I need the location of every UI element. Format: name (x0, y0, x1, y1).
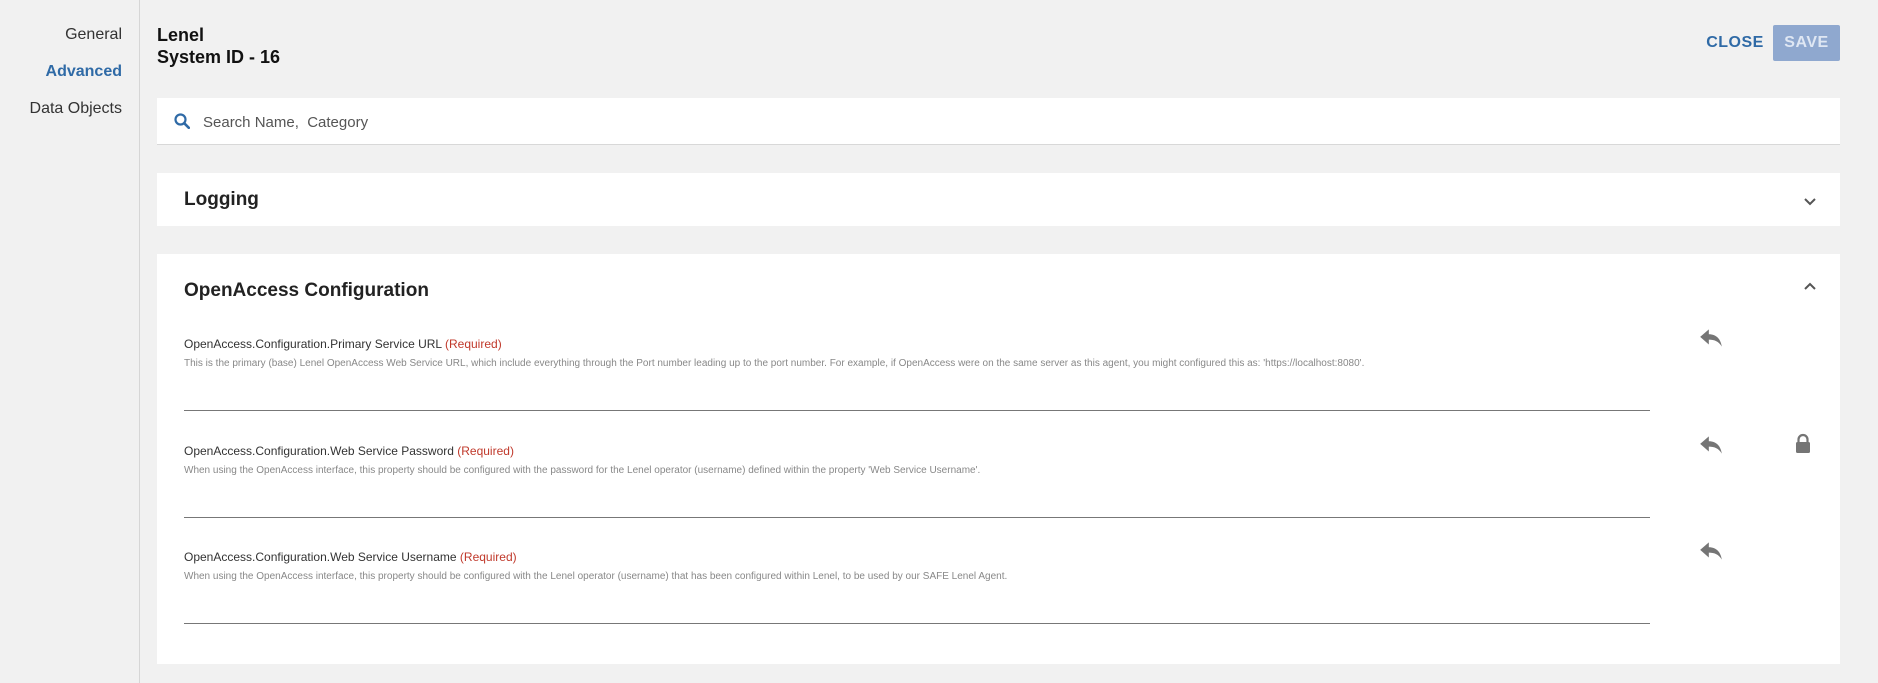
lock-icon (1796, 433, 1810, 453)
primary-service-url-field[interactable] (184, 388, 1650, 411)
section-title-openaccess: OpenAccess Configuration (184, 280, 429, 301)
required-marker: (Required) (459, 550, 517, 564)
sidebar-item-data-objects[interactable]: Data Objects (30, 100, 122, 118)
save-button[interactable]: SAVE (1773, 25, 1840, 61)
web-service-username-field[interactable] (184, 601, 1650, 624)
chevron-up-icon[interactable] (1802, 278, 1818, 294)
sidebar-item-advanced[interactable]: Advanced (46, 63, 122, 81)
undo-icon[interactable] (1698, 540, 1724, 562)
required-marker: (Required) (445, 337, 502, 351)
page-title: Lenel (157, 25, 205, 45)
undo-icon[interactable] (1698, 327, 1724, 349)
required-marker: (Required) (457, 444, 514, 458)
property-description: This is the primary (base) Lenel OpenAcc… (184, 358, 1365, 369)
web-service-password-field[interactable] (184, 495, 1650, 518)
property-label-primary-service-url: OpenAccess.Configuration.Primary Service… (184, 337, 502, 351)
property-label-web-service-password: OpenAccess.Configuration.Web Service Pas… (184, 444, 514, 458)
property-name: OpenAccess.Configuration.Primary Service… (184, 337, 442, 351)
property-description: When using the OpenAccess interface, thi… (184, 571, 1008, 582)
property-name: OpenAccess.Configuration.Web Service Pas… (184, 444, 454, 458)
property-name: OpenAccess.Configuration.Web Service Use… (184, 550, 457, 564)
search-input[interactable] (201, 108, 1805, 136)
sidebar-item-general[interactable]: General (65, 26, 122, 44)
undo-icon[interactable] (1698, 434, 1724, 456)
settings-sidebar: General Advanced Data Objects (0, 0, 140, 683)
search-bar (157, 98, 1840, 145)
property-label-web-service-username: OpenAccess.Configuration.Web Service Use… (184, 550, 517, 564)
property-description: When using the OpenAccess interface, thi… (184, 465, 981, 476)
system-id-subtitle: System ID - 16 (157, 47, 281, 67)
close-button[interactable]: CLOSE (1700, 26, 1770, 60)
section-title-logging: Logging (184, 189, 259, 210)
search-icon (174, 113, 190, 129)
logging-section[interactable]: Logging (157, 173, 1840, 226)
chevron-down-icon[interactable] (1802, 194, 1818, 210)
openaccess-configuration-section: OpenAccess Configuration OpenAccess.Conf… (157, 254, 1840, 664)
